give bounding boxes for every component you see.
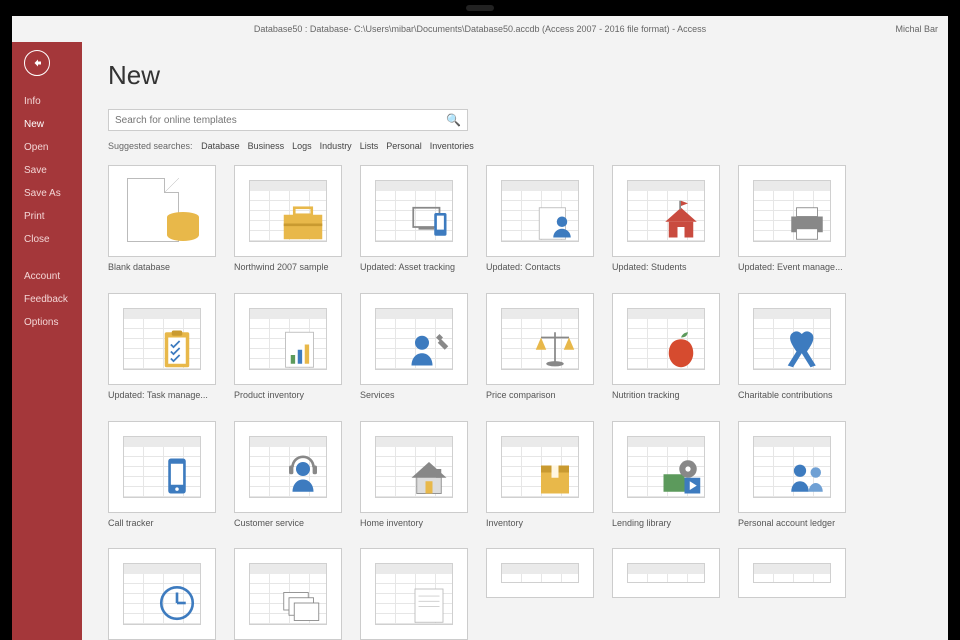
template-label: Updated: Task manage... [108,390,216,401]
sidebar-item-feedback[interactable]: Feedback [12,288,82,311]
sidebar-item-account[interactable]: Account [12,265,82,288]
template-house[interactable]: Home inventory [360,421,468,529]
template-label: Updated: Students [612,262,720,273]
template-search-input[interactable] [115,115,446,126]
template-clock[interactable]: Time card [108,548,216,640]
template-label: Charitable contributions [738,390,846,401]
template-label: Updated: Event manage... [738,262,846,273]
template-label: Product inventory [234,390,342,401]
template-people[interactable]: Personal account ledger [738,421,846,529]
template-billing[interactable]: Time and billing [360,548,468,640]
template-label: Blank database [108,262,216,273]
template-wrench-person[interactable]: Services [360,293,468,401]
template-label: Call tracker [108,518,216,529]
devices-icon [401,192,457,248]
sidebar-item-new[interactable]: New [12,113,82,136]
template-label: Home inventory [360,518,468,529]
contact-icon [527,192,583,248]
sidebar-item-save-as[interactable]: Save As [12,182,82,205]
template-partial[interactable] [486,548,594,640]
suggested-tag-database[interactable]: Database [201,141,240,151]
suggested-tag-industry[interactable]: Industry [320,141,352,151]
template-label: Nutrition tracking [612,390,720,401]
template-box[interactable]: Inventory [486,421,594,529]
box-icon [527,448,583,504]
template-school[interactable]: Updated: Students [612,165,720,273]
apple-icon [653,320,709,376]
template-chart[interactable]: Product inventory [234,293,342,401]
template-contact[interactable]: Updated: Contacts [486,165,594,273]
template-printer[interactable]: Updated: Event manage... [738,165,846,273]
suggested-tag-personal[interactable]: Personal [386,141,422,151]
signed-in-user[interactable]: Michal Bar [895,24,938,34]
template-label: Personal account ledger [738,518,846,529]
ribbon-icon [779,320,835,376]
suggested-tag-inventories[interactable]: Inventories [430,141,474,151]
template-partial[interactable] [738,548,846,640]
suggested-label: Suggested searches: [108,141,193,151]
suggested-tag-logs[interactable]: Logs [292,141,312,151]
page-title: New [108,60,928,91]
arrow-left-icon [31,57,43,69]
search-icon[interactable]: 🔍 [446,113,461,127]
template-media[interactable]: Lending library [612,421,720,529]
template-label: Price comparison [486,390,594,401]
template-briefcase[interactable]: Northwind 2007 sample [234,165,342,273]
template-label: Customer service [234,518,342,529]
briefcase-icon [275,192,331,248]
sidebar-item-print[interactable]: Print [12,205,82,228]
template-blank[interactable]: Blank database [108,165,216,273]
template-scales[interactable]: Price comparison [486,293,594,401]
template-cards[interactable]: Personal contact manager [234,548,342,640]
template-search-box[interactable]: 🔍 [108,109,468,131]
printer-icon [779,192,835,248]
school-icon [653,192,709,248]
chart-icon [275,320,331,376]
template-headset[interactable]: Customer service [234,421,342,529]
template-phone[interactable]: Call tracker [108,421,216,529]
sidebar-item-open[interactable]: Open [12,136,82,159]
phone-icon [149,448,205,504]
cards-icon [275,575,331,631]
sidebar-item-save[interactable]: Save [12,159,82,182]
media-icon [653,448,709,504]
scales-icon [527,320,583,376]
clipboard-icon [149,320,205,376]
wrench-person-icon [401,320,457,376]
template-ribbon[interactable]: Charitable contributions [738,293,846,401]
suggested-searches: Suggested searches: Database Business Logs… [108,141,928,151]
clock-icon [149,575,205,631]
headset-icon [275,448,331,504]
device-frame: Database50 : Database- C:\Users\mibar\Do… [0,0,960,640]
backstage-sidebar: InfoNewOpenSaveSave AsPrintClose Account… [12,42,82,640]
template-clipboard[interactable]: Updated: Task manage... [108,293,216,401]
template-label: Updated: Contacts [486,262,594,273]
title-bar: Database50 : Database- C:\Users\mibar\Do… [12,16,948,42]
sidebar-item-close[interactable]: Close [12,228,82,251]
camera-notch [466,5,494,11]
template-label: Updated: Asset tracking [360,262,468,273]
template-label: Lending library [612,518,720,529]
back-button[interactable] [24,50,50,76]
house-icon [401,448,457,504]
people-icon [779,448,835,504]
main-panel: New 🔍 Suggested searches: Database Busine… [82,42,948,640]
sidebar-item-info[interactable]: Info [12,90,82,113]
suggested-tag-lists[interactable]: Lists [360,141,379,151]
billing-icon [401,575,457,631]
app-window: Database50 : Database- C:\Users\mibar\Do… [12,16,948,640]
template-apple[interactable]: Nutrition tracking [612,293,720,401]
window-title: Database50 : Database- C:\Users\mibar\Do… [254,24,706,34]
template-grid: Blank database Northwind 2007 sample Updat… [108,165,928,640]
sidebar-item-options[interactable]: Options [12,311,82,334]
template-partial[interactable] [612,548,720,640]
template-label: Inventory [486,518,594,529]
template-label: Services [360,390,468,401]
suggested-tag-business[interactable]: Business [248,141,285,151]
template-devices[interactable]: Updated: Asset tracking [360,165,468,273]
template-label: Northwind 2007 sample [234,262,342,273]
